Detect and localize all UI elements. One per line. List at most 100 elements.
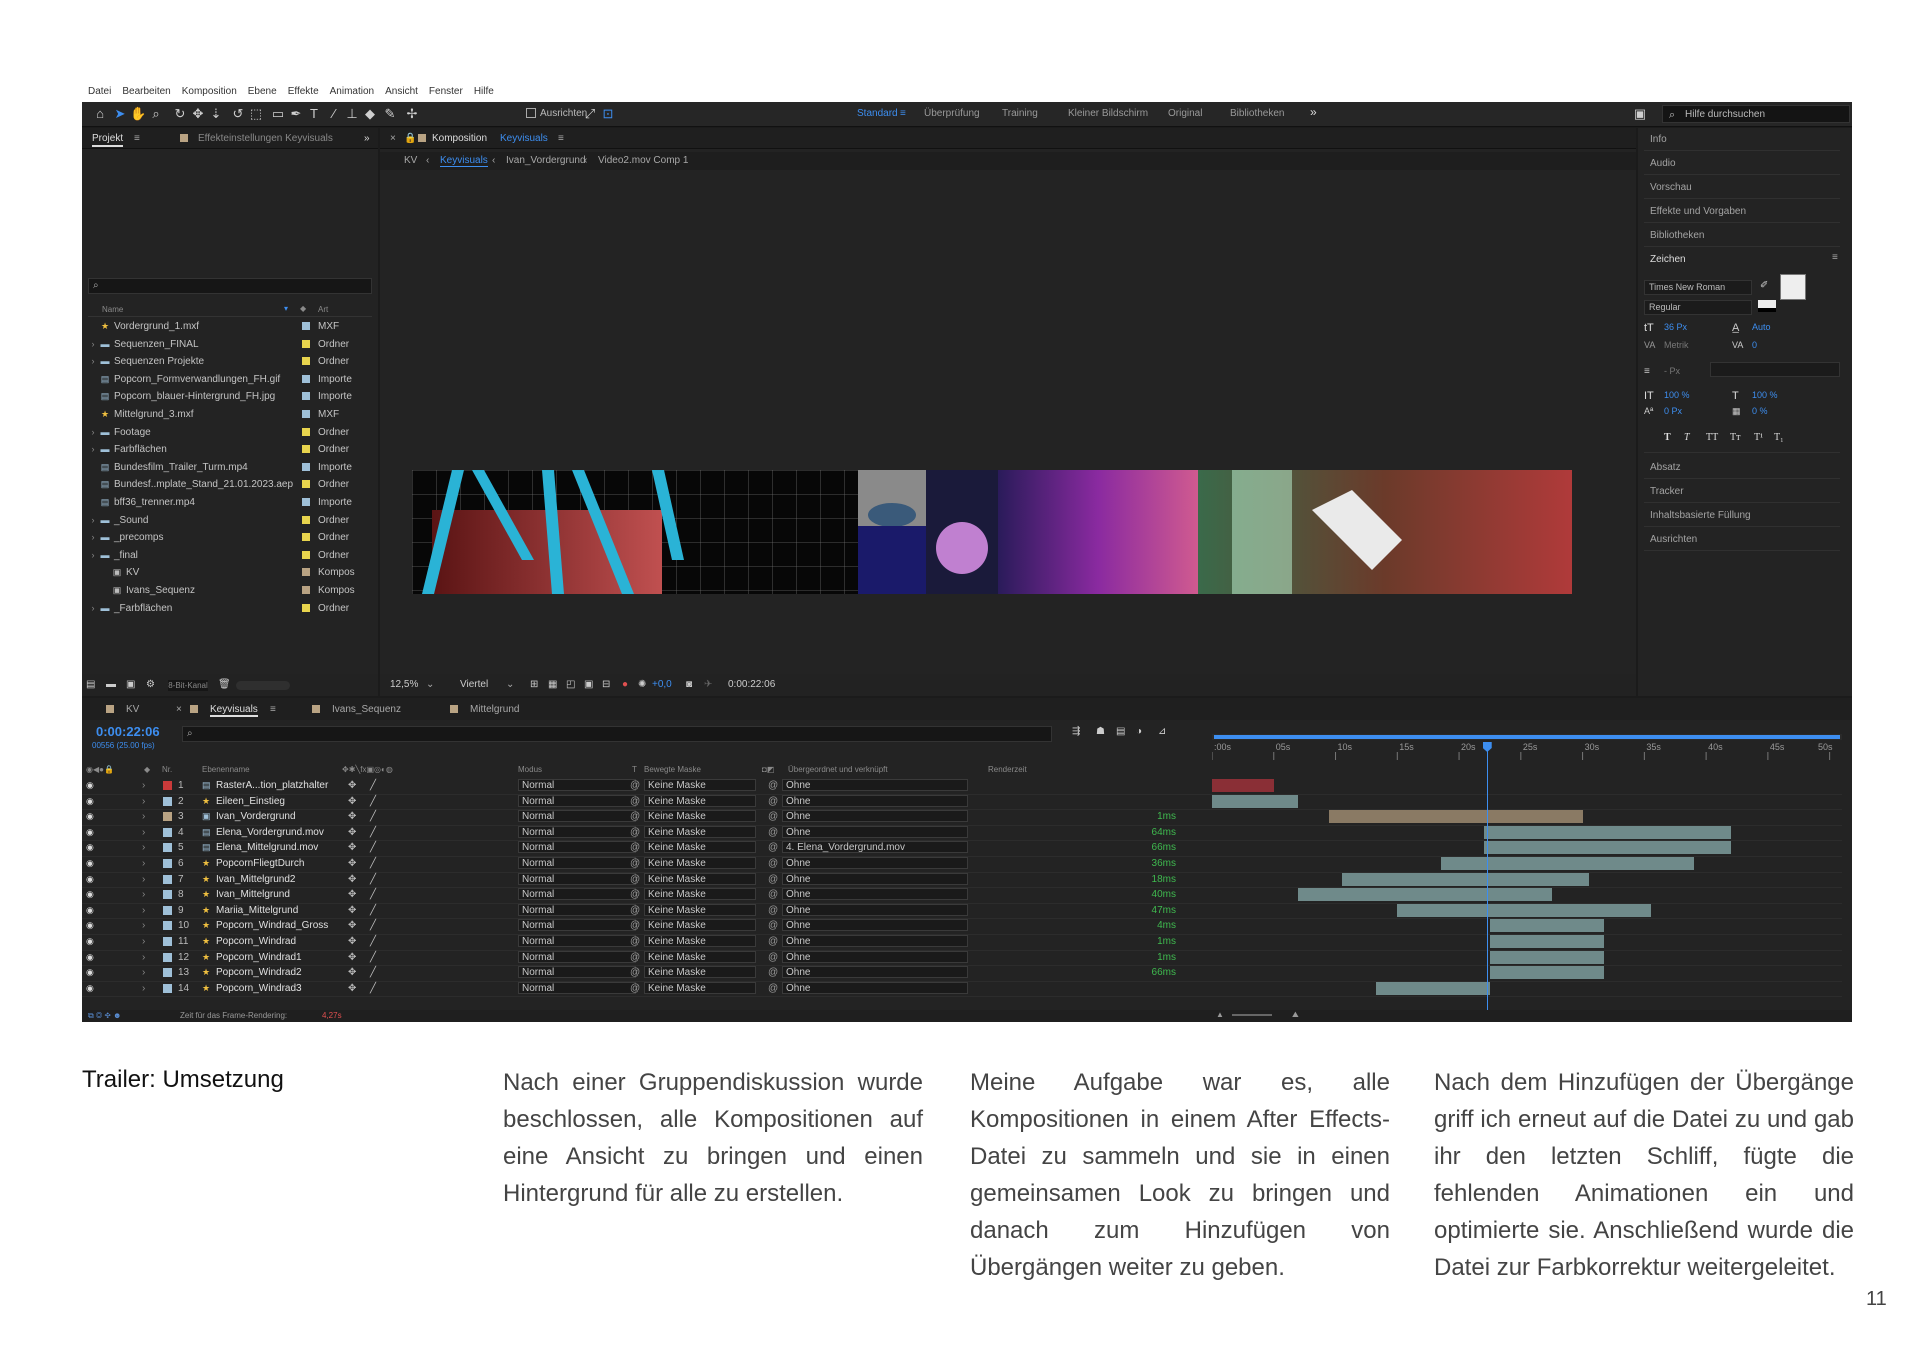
chevron-right-icon[interactable]: ›	[88, 356, 98, 366]
parent-pickwhip-icon[interactable]: @	[768, 858, 778, 869]
pan-tool-icon[interactable]: ⇣	[208, 106, 224, 122]
label-color-swatch[interactable]	[302, 586, 310, 594]
parent-pickwhip-icon[interactable]: @	[768, 874, 778, 885]
parent-pickwhip-icon[interactable]: @	[768, 967, 778, 978]
tab-effekteinstellungen[interactable]: Effekteinstellungen Keyvisuals	[198, 133, 333, 144]
visibility-eye-icon[interactable]: ◉	[86, 827, 94, 838]
close-icon[interactable]: ×	[390, 133, 396, 144]
menu-ansicht[interactable]: Ansicht	[385, 86, 418, 102]
help-search-input[interactable]: ⌕ Hilfe durchsuchen	[1662, 105, 1850, 123]
label-color-swatch[interactable]	[302, 480, 310, 489]
exposure-value[interactable]: +0,0	[652, 679, 672, 690]
menu-effekte[interactable]: Effekte	[288, 86, 319, 102]
panel-menu-icon[interactable]: ≡	[270, 704, 276, 715]
font-style-dropdown[interactable]: Regular	[1644, 300, 1752, 315]
workspace-training[interactable]: Training	[1002, 108, 1038, 119]
layer-track[interactable]	[1212, 950, 1842, 967]
layer-track[interactable]	[1212, 809, 1842, 826]
label-color-swatch[interactable]	[302, 462, 310, 471]
label-color-swatch[interactable]	[302, 339, 310, 348]
playhead[interactable]	[1482, 742, 1492, 1014]
parent-pickwhip-icon[interactable]: @	[768, 920, 778, 931]
parent-dropdown[interactable]: Ohne	[782, 825, 968, 838]
layer-duration-bar[interactable]	[1483, 825, 1731, 839]
expand-chevron-icon[interactable]: ›	[142, 811, 145, 822]
stroke-type-dropdown[interactable]	[1710, 362, 1840, 377]
more-workspaces-icon[interactable]: »	[1310, 105, 1317, 119]
parent-dropdown[interactable]: Ohne	[782, 966, 968, 979]
panel-bibliotheken[interactable]: Bibliotheken	[1650, 230, 1704, 241]
project-item[interactable]: › ▬ Sequenzen_FINAL Ordner	[88, 336, 372, 353]
layer-name[interactable]: Ivan_Vordergrund	[216, 811, 296, 822]
sort-chevron-icon[interactable]: ▾	[284, 304, 288, 313]
interpret-footage-icon[interactable]: ▤	[86, 679, 95, 690]
mask-icon[interactable]: ◰	[566, 679, 575, 690]
expand-chevron-icon[interactable]: ›	[142, 874, 145, 885]
project-item[interactable]: › ▬ _Farbflächen Ordner	[88, 600, 372, 617]
layer-track[interactable]	[1212, 981, 1842, 998]
chevron-right-icon[interactable]: ›	[88, 532, 98, 542]
horizontal-scale-value[interactable]: 100 %	[1752, 390, 1778, 400]
frame-blending-icon[interactable]: ▤	[1116, 726, 1125, 737]
mode-dropdown[interactable]: Normal	[518, 872, 636, 885]
mode-dropdown[interactable]: Normal	[518, 950, 636, 963]
panel-absatz[interactable]: Absatz	[1650, 462, 1681, 473]
pickwhip-icon[interactable]: @	[630, 811, 640, 822]
pickwhip-icon[interactable]: @	[630, 952, 640, 963]
faux-italic-button[interactable]: T	[1684, 432, 1690, 443]
workspace-kleiner-bildschirm[interactable]: Kleiner Bildschirm	[1068, 108, 1148, 119]
baseline-value[interactable]: 0 Px	[1664, 406, 1682, 416]
panel-effekte[interactable]: Effekte und Vorgaben	[1650, 206, 1746, 217]
comp-tab-name[interactable]: Keyvisuals	[500, 133, 548, 144]
pickwhip-icon[interactable]: @	[630, 889, 640, 900]
anchor-switch-icon[interactable]: ✥	[348, 983, 356, 994]
quality-switch-icon[interactable]: ╱	[370, 827, 376, 838]
panel-audio[interactable]: Audio	[1650, 158, 1676, 169]
breadcrumb-ivan-vordergrund[interactable]: Ivan_Vordergrund	[506, 155, 586, 166]
visibility-eye-icon[interactable]: ◉	[86, 905, 94, 916]
move-tool-icon[interactable]: ✥	[190, 106, 206, 122]
project-item[interactable]: › ▬ Farbflächen Ordner	[88, 441, 372, 458]
font-size-value[interactable]: 36 Px	[1664, 322, 1687, 332]
expand-chevron-icon[interactable]: ›	[142, 796, 145, 807]
layer-row[interactable]: ◉ › 2 ★ Eileen_Einstieg ✥ ╱ Normal @ Keine Maske @…	[82, 794, 1212, 811]
pen-tool-icon[interactable]: ✒	[288, 106, 304, 122]
anchor-switch-icon[interactable]: ✥	[348, 842, 356, 853]
layer-track[interactable]	[1212, 794, 1842, 811]
fill-color-swatch[interactable]	[1780, 274, 1806, 300]
quality-switch-icon[interactable]: ╱	[370, 983, 376, 994]
chevron-right-icon[interactable]: ›	[88, 515, 98, 525]
transparency-grid-icon[interactable]: ▦	[548, 679, 557, 690]
pickwhip-icon[interactable]: @	[630, 780, 640, 791]
home-icon[interactable]: ⌂	[92, 106, 108, 122]
small-caps-button[interactable]: Tт	[1730, 432, 1740, 443]
comp-flowchart-icon[interactable]: ⇶	[1072, 726, 1080, 737]
layer-duration-bar[interactable]	[1329, 810, 1583, 824]
label-color-swatch[interactable]	[302, 550, 310, 559]
mode-dropdown[interactable]: Normal	[518, 857, 636, 869]
project-item[interactable]: ▤ Popcorn_Formverwandlungen_FH.gif Importe	[88, 371, 372, 388]
layer-name[interactable]: RasterA...tion_platzhalter	[216, 780, 328, 791]
workspace-ueberpruefung[interactable]: Überprüfung	[924, 108, 980, 119]
label-color-swatch[interactable]	[302, 392, 310, 401]
menu-hilfe[interactable]: Hilfe	[474, 86, 494, 102]
breadcrumb-video2[interactable]: Video2.mov Comp 1	[598, 155, 688, 166]
kerning-value[interactable]: Metrik	[1664, 340, 1689, 350]
parent-pickwhip-icon[interactable]: @	[768, 905, 778, 916]
visibility-eye-icon[interactable]: ◉	[86, 952, 94, 963]
timeline-tab-ivans-sequenz[interactable]: Ivans_Sequenz	[332, 704, 401, 715]
expand-chevron-icon[interactable]: ›	[142, 858, 145, 869]
anchor-switch-icon[interactable]: ✥	[348, 967, 356, 978]
anchor-tool-icon[interactable]: ⬚	[248, 106, 264, 122]
quality-switch-icon[interactable]: ╱	[370, 874, 376, 885]
expand-chevron-icon[interactable]: ›	[142, 952, 145, 963]
mask-dropdown[interactable]: Keine Maske	[644, 950, 756, 963]
parent-dropdown[interactable]: Ohne	[782, 794, 968, 807]
parent-pickwhip-icon[interactable]: @	[768, 796, 778, 807]
mask-dropdown[interactable]: Keine Maske	[644, 841, 756, 854]
snap-icon[interactable]: ⤢	[582, 106, 598, 122]
layer-name[interactable]: Popcorn_Windrad	[216, 936, 296, 947]
layer-track[interactable]	[1212, 887, 1842, 904]
trash-icon[interactable]: 🗑	[218, 679, 231, 690]
mask-dropdown[interactable]: Keine Maske	[644, 825, 756, 838]
